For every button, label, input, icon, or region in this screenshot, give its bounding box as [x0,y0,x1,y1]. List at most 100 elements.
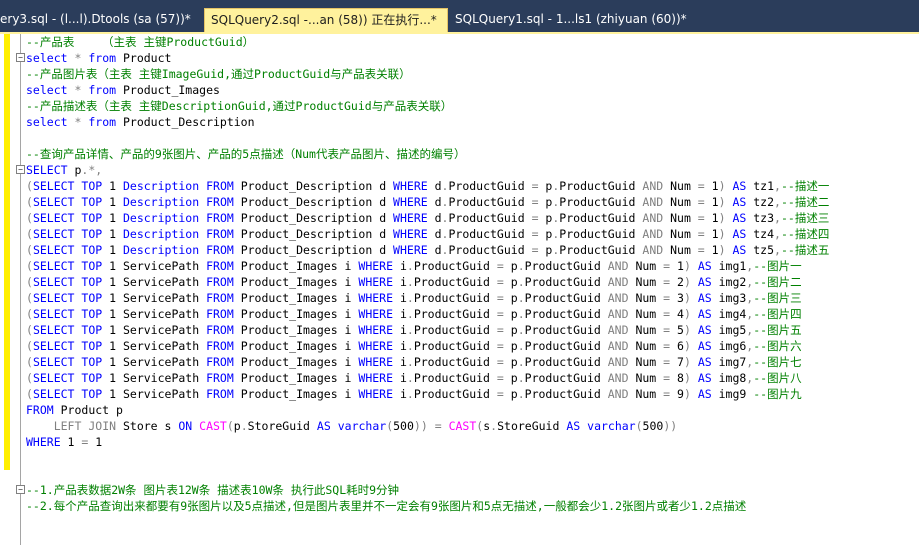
sql-token: . [517,339,525,353]
code-text: (SELECT TOP 1 ServicePath FROM Product_I… [26,306,802,322]
code-text: (SELECT TOP 1 ServicePath FROM Product_I… [26,338,802,354]
sql-token: 1 [704,195,719,209]
code-line[interactable] [0,466,919,482]
sql-token: . [406,387,414,401]
sql-token: p [538,195,553,209]
code-line[interactable]: FROM Product p [0,402,919,418]
code-line[interactable]: − SELECT p.*, [0,162,919,178]
sql-token: ProductGuid [413,339,497,353]
code-line[interactable]: --2.每个产品查询出来都要有9张图片以及5点描述,但是图片表里并不一定会有9张… [0,498,919,514]
sql-token: ) [683,259,691,273]
sql-token: ProductGuid [448,227,532,241]
code-text: --1.产品表数据2W条 图片表12W条 描述表10W条 执行此SQL耗时9分钟 [26,482,399,498]
sql-token: , [774,227,781,241]
sql-keyword: TOP [81,211,103,225]
code-line[interactable]: --产品描述表（主表 主键DescriptionGuid,通过ProductGu… [0,98,919,114]
code-line[interactable]: --产品表 （主表 主键ProductGuid） [0,34,919,50]
sql-token: ProductGuid [524,307,608,321]
code-line[interactable]: − select * from Product [0,50,919,66]
sql-token: . [517,259,525,273]
code-line[interactable]: (SELECT TOP 1 Description FROM Product_D… [0,210,919,226]
sql-token: d [427,211,442,225]
sql-token: = [531,211,539,225]
sql-comment: --描述四 [780,227,830,241]
sql-token: i [393,275,407,289]
sql-keyword: SELECT [32,291,75,305]
sql-token: ProductGuid [448,195,532,209]
sql-keyword: select [26,115,68,129]
sql-token: LEFT [53,419,82,433]
tab-sqlquery2[interactable]: SQLQuery2.sql -...an (58)) 正在执行...* [204,8,448,32]
sql-token: d [427,227,442,241]
code-line[interactable]: (SELECT TOP 1 Description FROM Product_D… [0,178,919,194]
sql-token: . [517,291,525,305]
sql-keyword: select [26,83,68,97]
code-line[interactable]: --查询产品详情、产品的9张图片、产品的5点描述（Num代表产品图片、描述的编号… [0,146,919,162]
sql-token: img2 [711,275,747,289]
sql-token: 8 [670,371,684,385]
sql-editor[interactable]: --产品表 （主表 主键ProductGuid） − select * from P… [0,34,919,545]
code-text: WHERE 1 = 1 [26,434,102,450]
code-line[interactable]: (SELECT TOP 1 ServicePath FROM Product_I… [0,386,919,402]
sql-token: ProductGuid [559,227,643,241]
sql-token: = [697,195,705,209]
sql-keyword: TOP [81,179,103,193]
sql-token: Product_Images i [233,275,359,289]
code-line[interactable]: WHERE 1 = 1 [0,434,919,450]
sql-keyword: Description [122,243,200,257]
collapse-region-icon[interactable]: − [16,165,25,174]
code-line[interactable]: (SELECT TOP 1 ServicePath FROM Product_I… [0,322,919,338]
code-line[interactable]: (SELECT TOP 1 Description FROM Product_D… [0,242,919,258]
sql-token: Product_Description d [233,179,394,193]
sql-token: AND [642,195,664,209]
sql-token: . [406,371,414,385]
sql-token: p [503,387,518,401]
code-line[interactable]: (SELECT TOP 1 Description FROM Product_D… [0,226,919,242]
sql-keyword: SELECT [32,275,75,289]
sql-token: AND [607,387,629,401]
sql-token: . [406,307,414,321]
sql-keyword: WHERE [358,259,394,273]
sql-keyword: AS [732,211,747,225]
sql-token: 1 ServicePath [102,371,207,385]
collapse-region-icon[interactable]: − [16,485,25,494]
sql-token: ProductGuid [448,243,532,257]
code-line[interactable]: (SELECT TOP 1 ServicePath FROM Product_I… [0,290,919,306]
code-line[interactable]: (SELECT TOP 1 ServicePath FROM Product_I… [0,274,919,290]
sql-token: 1 ServicePath [102,259,207,273]
sql-keyword: FROM [206,339,234,353]
sql-token: = [496,371,504,385]
sql-comment: --图片五 [753,323,802,337]
tab-sqlquery1[interactable]: SQLQuery1.sql - 1...ls1 (zhiyuan (60))* [449,8,699,32]
sql-token: 1 [670,259,684,273]
code-line[interactable] [0,450,919,466]
sql-token: i [393,371,407,385]
code-line[interactable]: (SELECT TOP 1 ServicePath FROM Product_I… [0,258,919,274]
sql-keyword: AS [732,179,747,193]
code-line[interactable] [0,130,919,146]
collapse-region-icon[interactable]: − [16,53,25,62]
code-line[interactable]: select * from Product_Description [0,114,919,130]
code-line[interactable]: − --1.产品表数据2W条 图片表12W条 描述表10W条 执行此SQL耗时9分… [0,482,919,498]
code-line[interactable]: (SELECT TOP 1 ServicePath FROM Product_I… [0,354,919,370]
code-line[interactable]: select * from Product_Images [0,82,919,98]
sql-token: p [503,339,518,353]
sql-keyword: select [26,51,68,65]
sql-token: 9 [670,387,684,401]
sql-keyword: WHERE [393,179,428,193]
code-line[interactable]: (SELECT TOP 1 ServicePath FROM Product_I… [0,370,919,386]
code-line[interactable]: (SELECT TOP 1 ServicePath FROM Product_I… [0,306,919,322]
code-line[interactable]: (SELECT TOP 1 Description FROM Product_D… [0,194,919,210]
sql-token: , [774,179,781,193]
sql-token: ProductGuid [524,371,608,385]
tab-sqlquery3[interactable]: ery3.sql - (l...l).Dtools (sa (57))* [0,8,203,32]
code-line[interactable]: --产品图片表（主表 主键ImageGuid,通过ProductGuid与产品表… [0,66,919,82]
code-line[interactable]: LEFT JOIN Store s ON CAST(p.StoreGuid AS… [0,418,919,434]
sql-keyword: varchar [337,419,387,433]
sql-comment: --图片二 [753,275,802,289]
sql-comment: --图片六 [753,339,802,353]
code-line[interactable]: (SELECT TOP 1 ServicePath FROM Product_I… [0,338,919,354]
